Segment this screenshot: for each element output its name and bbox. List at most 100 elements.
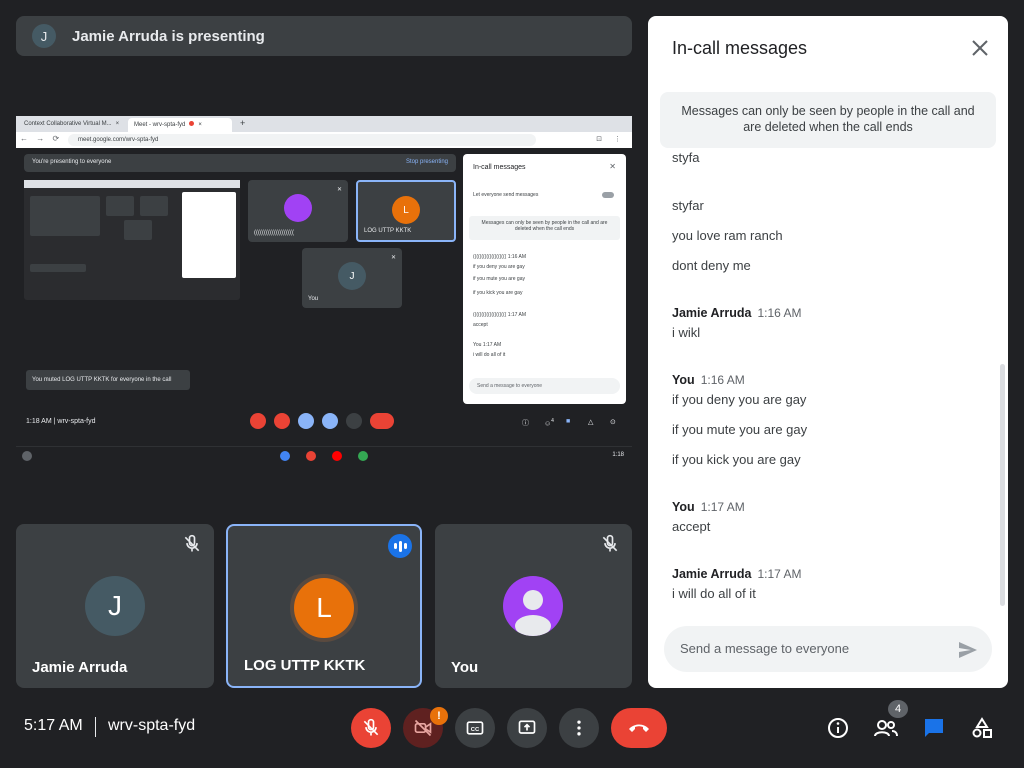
captions-icon: CC bbox=[466, 721, 484, 735]
shared-chat-line: accept bbox=[473, 322, 488, 328]
people-button[interactable] bbox=[872, 714, 900, 742]
participant-tile-jamie[interactable]: J Jamie Arruda bbox=[16, 524, 214, 688]
end-call-button[interactable] bbox=[611, 708, 667, 748]
mic-toggle-button[interactable] bbox=[351, 708, 391, 748]
chat-message: if you kick you are gay bbox=[672, 452, 801, 467]
speaking-indicator-icon bbox=[388, 534, 412, 558]
shared-presenting-banner: You're presenting to everyone Stop prese… bbox=[24, 154, 456, 172]
shared-tile-label: LOG UTTP KKTK bbox=[364, 228, 412, 234]
shared-stop-presenting: Stop presenting bbox=[405, 159, 448, 165]
participant-tile-you[interactable]: You bbox=[435, 524, 632, 688]
shared-lock-icon: ⊙ bbox=[610, 419, 616, 426]
chat-title: In-call messages bbox=[672, 38, 808, 58]
recursive-tile bbox=[124, 220, 152, 240]
chat-notice: Messages can only be seen by people in t… bbox=[660, 92, 996, 148]
shared-meeting-info: 1:18 AM | wrv-spta-fyd bbox=[26, 418, 96, 425]
launcher-icon bbox=[22, 451, 32, 461]
end-call-icon bbox=[629, 724, 649, 732]
recursive-tabbar bbox=[24, 180, 240, 188]
participant-avatar: L bbox=[294, 578, 354, 638]
message-sender: You 1:17 AM bbox=[672, 500, 745, 514]
shared-tile: L LOG UTTP KKTK bbox=[356, 180, 456, 242]
recursive-toast bbox=[30, 264, 86, 272]
shared-nav-icons: ← → ⟳ bbox=[20, 134, 63, 143]
activities-button[interactable] bbox=[968, 714, 996, 742]
camera-warning-badge: ! bbox=[430, 707, 448, 725]
shared-tile: (((((((((((((((((((( ✕ bbox=[248, 180, 348, 242]
shared-browser-tabbar: Context Collaborative Virtual M... × Meet… bbox=[16, 116, 632, 132]
shared-people-icon: ☺4 bbox=[544, 418, 554, 428]
presenter-banner-text: Jamie Arruda is presenting bbox=[72, 27, 265, 45]
mic-off-icon bbox=[184, 534, 200, 552]
close-icon[interactable] bbox=[968, 36, 992, 60]
shared-chat-line: (((((((((((((((((((( 1:17 AM bbox=[473, 312, 527, 318]
presenter-avatar: J bbox=[32, 24, 56, 48]
shared-tab: Context Collaborative Virtual M... × bbox=[24, 121, 120, 127]
shared-chat-icon: ■ bbox=[566, 418, 571, 425]
people-icon bbox=[874, 720, 898, 737]
chat-message: if you deny you are gay bbox=[672, 392, 807, 407]
shared-chat-line: i will do all of it bbox=[473, 352, 506, 358]
chat-message: if you mute you are gay bbox=[672, 422, 808, 437]
presenter-banner: J Jamie Arruda is presenting bbox=[16, 16, 632, 56]
shared-url: meet.google.com/wrv-spta-fyd bbox=[68, 134, 536, 146]
recursive-tile bbox=[106, 196, 134, 216]
shared-chat-line: if you deny you are gay bbox=[473, 264, 525, 270]
default-person-icon bbox=[515, 590, 551, 636]
message-sender: Jamie Arruda 1:16 AM bbox=[672, 306, 802, 320]
photos-icon bbox=[358, 451, 368, 461]
clock: 5:17 AM bbox=[24, 717, 83, 734]
message-sender: You 1:16 AM bbox=[672, 373, 745, 387]
shared-more-button bbox=[346, 413, 362, 429]
shared-chat-line: You 1:17 AM bbox=[473, 342, 502, 348]
shared-recursive-screen bbox=[24, 180, 240, 300]
youtube-icon bbox=[332, 451, 342, 461]
mic-off-icon bbox=[363, 718, 379, 736]
shared-chat-toggle-label: Let everyone send messages bbox=[473, 192, 539, 198]
chat-message: styfar bbox=[672, 198, 704, 213]
info-icon bbox=[828, 718, 848, 738]
shared-info-icon: ⓘ bbox=[522, 420, 529, 427]
shared-chat-line: if you mute you are gay bbox=[473, 276, 525, 282]
shared-activities-icon: △ bbox=[588, 419, 594, 426]
captions-button[interactable]: CC bbox=[455, 708, 495, 748]
shared-address-bar: ← → ⟳ meet.google.com/wrv-spta-fyd ⊡ ⋮ bbox=[16, 132, 632, 148]
chat-scrollbar[interactable] bbox=[1000, 364, 1005, 606]
chat-message: i wikl bbox=[672, 325, 701, 340]
recursive-tile bbox=[140, 196, 168, 216]
chat-message: accept bbox=[672, 519, 711, 534]
chat-icon bbox=[925, 719, 943, 737]
shared-os-shelf: 1:18 bbox=[16, 446, 632, 464]
shared-chat-input: Send a message to everyone bbox=[469, 378, 620, 394]
shared-chat-line: if you kick you are gay bbox=[473, 290, 523, 296]
shared-meet-view: You're presenting to everyone Stop prese… bbox=[16, 148, 632, 446]
shared-chat-notice: Messages can only be seen by people in t… bbox=[469, 216, 620, 240]
shared-end-call-button bbox=[370, 413, 394, 429]
chat-panel: In-call messages Messages can only be se… bbox=[648, 16, 1008, 688]
chat-message: styfa bbox=[672, 152, 700, 165]
divider bbox=[95, 717, 96, 737]
meeting-details-button[interactable] bbox=[824, 714, 852, 742]
send-icon[interactable] bbox=[956, 638, 980, 662]
shared-toast: You muted LOG UTTP KKTK for everyone in … bbox=[26, 370, 190, 390]
more-options-button[interactable] bbox=[559, 708, 599, 748]
present-screen-button[interactable] bbox=[507, 708, 547, 748]
chrome-icon bbox=[280, 451, 290, 461]
chat-button[interactable] bbox=[920, 714, 948, 742]
chat-input[interactable]: Send a message to everyone bbox=[664, 626, 992, 672]
message-list[interactable]: styfa styfar you love ram ranch dont den… bbox=[648, 152, 1000, 622]
shared-extension-icons: ⊡ ⋮ bbox=[596, 136, 626, 143]
recursive-chat bbox=[182, 192, 236, 278]
shared-mic-button bbox=[250, 413, 266, 429]
shared-chat-toggle bbox=[602, 192, 614, 198]
gmail-icon bbox=[306, 451, 316, 461]
shared-mic-off-icon: ✕ bbox=[390, 255, 396, 261]
shared-chat-close-icon: ✕ bbox=[609, 162, 616, 171]
participant-name: LOG UTTP KKTK bbox=[244, 657, 366, 674]
shared-tile: J You ✕ bbox=[302, 248, 402, 308]
participant-avatar: J bbox=[85, 576, 145, 636]
shared-tile-avatar bbox=[284, 194, 312, 222]
participant-tile-log[interactable]: L LOG UTTP KKTK bbox=[226, 524, 422, 688]
shared-tile-label: (((((((((((((((((((( bbox=[254, 230, 294, 236]
meeting-code: wrv-spta-fyd bbox=[108, 717, 196, 734]
